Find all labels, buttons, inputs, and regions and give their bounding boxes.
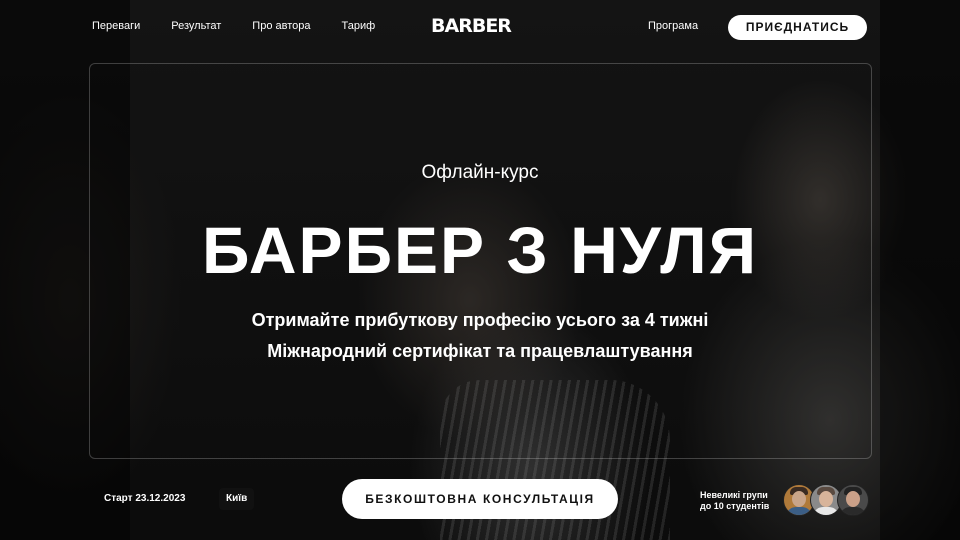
avatar-face [792, 491, 806, 507]
student-avatars [783, 484, 869, 516]
course-start-date: Старт 23.12.2023 [104, 493, 186, 504]
hero-title: БАРБЕР З НУЛЯ [201, 213, 759, 287]
main-nav: Переваги Результат Про автора Тариф [92, 20, 375, 32]
avatar-face [819, 491, 833, 507]
nav-link-program[interactable]: Програма [648, 20, 698, 32]
group-size-line-1: Невеликі групи [700, 490, 768, 500]
barber-logo[interactable]: BARBER [414, 15, 528, 37]
student-avatar-3 [837, 484, 869, 516]
nav-link-results[interactable]: Результат [171, 20, 221, 32]
nav-link-about-author[interactable]: Про автора [252, 20, 310, 32]
avatar-shirt [840, 507, 866, 515]
avatar-face [846, 491, 860, 507]
hero-subtitle-line-1: Отримайте прибуткову професію усього за … [251, 310, 709, 330]
free-consultation-button[interactable]: БЕЗКОШТОВНА КОНСУЛЬТАЦІЯ [342, 479, 618, 519]
hero-subtitle-line-2: Міжнародний сертифікат та працевлаштуван… [267, 341, 693, 361]
site-header: Переваги Результат Про автора Тариф BARB… [0, 0, 960, 56]
join-button[interactable]: ПРИЄДНАТИСЬ [728, 15, 867, 40]
city-badge: Київ [219, 488, 255, 510]
avatar-shirt [786, 507, 812, 515]
course-type-label: Офлайн-курс [421, 162, 539, 183]
avatar-shirt [813, 507, 839, 515]
group-size-line-2: до 10 студентів [700, 501, 770, 511]
group-size-info: Невеликі групи до 10 студентів [700, 490, 769, 512]
nav-link-advantages[interactable]: Переваги [92, 20, 140, 32]
nav-link-pricing[interactable]: Тариф [341, 20, 375, 32]
